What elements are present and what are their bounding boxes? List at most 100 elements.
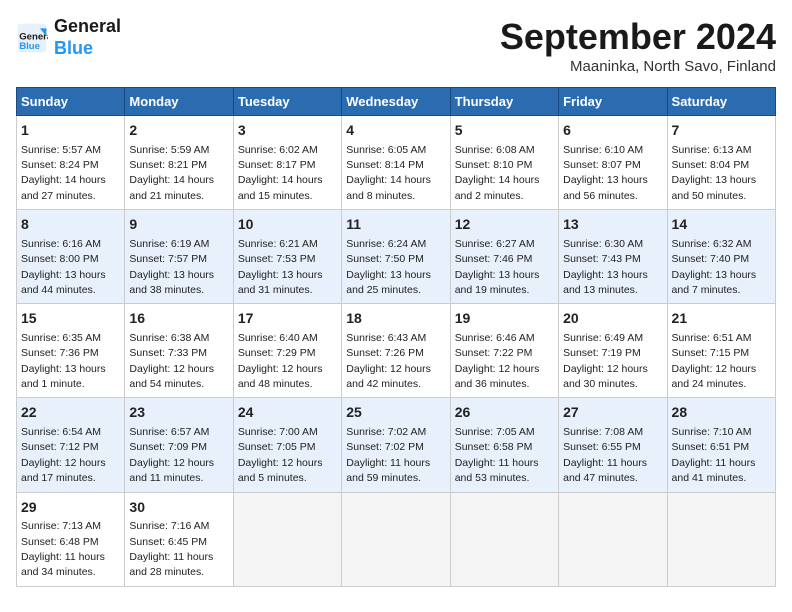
day-info: Sunrise: 6:02 AM Sunset: 8:17 PM Dayligh… [238,144,323,202]
day-number: 29 [21,498,120,518]
calendar-table: SundayMondayTuesdayWednesdayThursdayFrid… [16,87,776,587]
day-number: 6 [563,121,662,141]
day-info: Sunrise: 6:40 AM Sunset: 7:29 PM Dayligh… [238,332,323,390]
week-row-4: 22Sunrise: 6:54 AM Sunset: 7:12 PM Dayli… [17,398,776,492]
day-number: 3 [238,121,337,141]
logo-blue: Blue [54,38,121,60]
day-cell: 28Sunrise: 7:10 AM Sunset: 6:51 PM Dayli… [667,398,775,492]
day-number: 23 [129,403,228,423]
day-cell [559,492,667,586]
title-block: September 2024 Maaninka, North Savo, Fin… [500,16,776,75]
day-cell: 4 Sunrise: 6:05 AM Sunset: 8:14 PM Daylig… [342,116,450,210]
day-cell: 23 Sunrise: 6:57 AM Sunset: 7:09 PM Dayli… [125,398,233,492]
day-number: 25 [346,403,445,423]
day-number: 9 [129,215,228,235]
location: Maaninka, North Savo, Finland [500,58,776,75]
day-info: Sunrise: 6:32 AM Sunset: 7:40 PM Dayligh… [672,238,757,296]
column-header-tuesday: Tuesday [233,88,341,116]
column-header-thursday: Thursday [450,88,558,116]
day-number: 14 [672,215,771,235]
day-info: Sunrise: 5:57 AM Sunset: 8:24 PM Dayligh… [21,144,106,202]
day-cell: 16 Sunrise: 6:38 AM Sunset: 7:33 PM Dayli… [125,304,233,398]
day-info: Sunrise: 7:08 AM Sunset: 6:55 PM Dayligh… [563,426,647,484]
day-cell: 9 Sunrise: 6:19 AM Sunset: 7:57 PM Daylig… [125,210,233,304]
day-info: Sunrise: 6:54 AM Sunset: 7:12 PM Dayligh… [21,426,106,484]
month-title: September 2024 [500,16,776,58]
day-cell: 7Sunrise: 6:13 AM Sunset: 8:04 PM Daylig… [667,116,775,210]
day-info: Sunrise: 7:16 AM Sunset: 6:45 PM Dayligh… [129,520,213,578]
day-number: 1 [21,121,120,141]
day-cell: 8 Sunrise: 6:16 AM Sunset: 8:00 PM Daylig… [17,210,125,304]
day-info: Sunrise: 6:24 AM Sunset: 7:50 PM Dayligh… [346,238,431,296]
day-cell [233,492,341,586]
svg-text:Blue: Blue [19,41,40,52]
day-cell: 19Sunrise: 6:46 AM Sunset: 7:22 PM Dayli… [450,304,558,398]
day-info: Sunrise: 7:00 AM Sunset: 7:05 PM Dayligh… [238,426,323,484]
day-info: Sunrise: 6:51 AM Sunset: 7:15 PM Dayligh… [672,332,757,390]
day-cell: 27 Sunrise: 7:08 AM Sunset: 6:55 PM Dayli… [559,398,667,492]
day-cell: 17 Sunrise: 6:40 AM Sunset: 7:29 PM Dayli… [233,304,341,398]
day-number: 2 [129,121,228,141]
day-number: 19 [455,309,554,329]
day-info: Sunrise: 6:38 AM Sunset: 7:33 PM Dayligh… [129,332,214,390]
day-number: 10 [238,215,337,235]
day-cell: 6 Sunrise: 6:10 AM Sunset: 8:07 PM Daylig… [559,116,667,210]
day-info: Sunrise: 7:13 AM Sunset: 6:48 PM Dayligh… [21,520,105,578]
day-cell: 14 Sunrise: 6:32 AM Sunset: 7:40 PM Dayli… [667,210,775,304]
day-info: Sunrise: 6:16 AM Sunset: 8:00 PM Dayligh… [21,238,106,296]
day-cell: 22Sunrise: 6:54 AM Sunset: 7:12 PM Dayli… [17,398,125,492]
day-number: 27 [563,403,662,423]
day-number: 11 [346,215,445,235]
day-info: Sunrise: 6:21 AM Sunset: 7:53 PM Dayligh… [238,238,323,296]
day-number: 13 [563,215,662,235]
day-cell: 30Sunrise: 7:16 AM Sunset: 6:45 PM Dayli… [125,492,233,586]
day-info: Sunrise: 7:10 AM Sunset: 6:51 PM Dayligh… [672,426,756,484]
day-cell: 1 Sunrise: 5:57 AM Sunset: 8:24 PM Daylig… [17,116,125,210]
day-info: Sunrise: 5:59 AM Sunset: 8:21 PM Dayligh… [129,144,214,202]
day-cell: 20 Sunrise: 6:49 AM Sunset: 7:19 PM Dayli… [559,304,667,398]
day-cell [667,492,775,586]
day-number: 24 [238,403,337,423]
day-cell: 18 Sunrise: 6:43 AM Sunset: 7:26 PM Dayli… [342,304,450,398]
day-number: 20 [563,309,662,329]
day-number: 30 [129,498,228,518]
logo-icon: General Blue [16,22,48,54]
day-number: 8 [21,215,120,235]
day-number: 18 [346,309,445,329]
day-cell: 13 Sunrise: 6:30 AM Sunset: 7:43 PM Dayli… [559,210,667,304]
day-cell: 24 Sunrise: 7:00 AM Sunset: 7:05 PM Dayli… [233,398,341,492]
logo: General Blue General Blue [16,16,121,59]
day-cell: 5 Sunrise: 6:08 AM Sunset: 8:10 PM Daylig… [450,116,558,210]
day-number: 16 [129,309,228,329]
day-number: 7 [672,121,771,141]
day-number: 26 [455,403,554,423]
day-number: 4 [346,121,445,141]
day-info: Sunrise: 6:49 AM Sunset: 7:19 PM Dayligh… [563,332,648,390]
day-cell: 10 Sunrise: 6:21 AM Sunset: 7:53 PM Dayli… [233,210,341,304]
day-cell: 3 Sunrise: 6:02 AM Sunset: 8:17 PM Daylig… [233,116,341,210]
day-info: Sunrise: 6:19 AM Sunset: 7:57 PM Dayligh… [129,238,214,296]
day-info: Sunrise: 6:30 AM Sunset: 7:43 PM Dayligh… [563,238,648,296]
day-number: 17 [238,309,337,329]
column-header-friday: Friday [559,88,667,116]
day-info: Sunrise: 6:43 AM Sunset: 7:26 PM Dayligh… [346,332,431,390]
day-info: Sunrise: 6:10 AM Sunset: 8:07 PM Dayligh… [563,144,648,202]
day-cell: 29Sunrise: 7:13 AM Sunset: 6:48 PM Dayli… [17,492,125,586]
day-cell: 25 Sunrise: 7:02 AM Sunset: 7:02 PM Dayli… [342,398,450,492]
day-cell: 21Sunrise: 6:51 AM Sunset: 7:15 PM Dayli… [667,304,775,398]
week-row-5: 29Sunrise: 7:13 AM Sunset: 6:48 PM Dayli… [17,492,776,586]
logo-general: General [54,16,121,38]
week-row-1: 1 Sunrise: 5:57 AM Sunset: 8:24 PM Daylig… [17,116,776,210]
day-info: Sunrise: 6:57 AM Sunset: 7:09 PM Dayligh… [129,426,214,484]
day-number: 15 [21,309,120,329]
day-info: Sunrise: 6:35 AM Sunset: 7:36 PM Dayligh… [21,332,106,390]
day-number: 5 [455,121,554,141]
column-header-sunday: Sunday [17,88,125,116]
day-info: Sunrise: 7:02 AM Sunset: 7:02 PM Dayligh… [346,426,430,484]
column-header-saturday: Saturday [667,88,775,116]
day-info: Sunrise: 6:08 AM Sunset: 8:10 PM Dayligh… [455,144,540,202]
week-row-3: 15 Sunrise: 6:35 AM Sunset: 7:36 PM Dayli… [17,304,776,398]
day-info: Sunrise: 6:05 AM Sunset: 8:14 PM Dayligh… [346,144,431,202]
week-row-2: 8 Sunrise: 6:16 AM Sunset: 8:00 PM Daylig… [17,210,776,304]
column-headers: SundayMondayTuesdayWednesdayThursdayFrid… [17,88,776,116]
